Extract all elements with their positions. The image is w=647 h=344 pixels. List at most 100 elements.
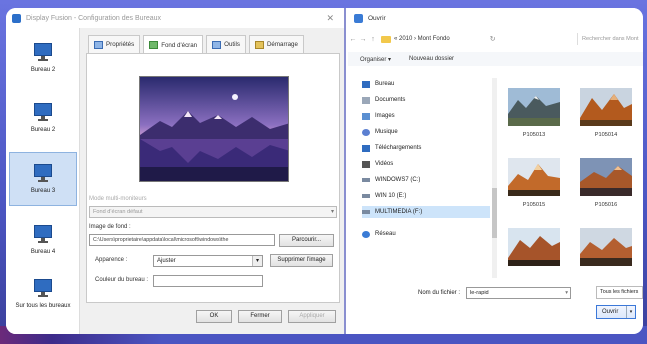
music-icon bbox=[362, 128, 370, 136]
multimonitor-mode-value: Fond d'écran défaut bbox=[93, 209, 143, 215]
desktop-config-window: Display Fusion - Configuration des Burea… bbox=[6, 8, 346, 334]
desktop-item-all[interactable]: Sur tous les bureaux bbox=[8, 268, 78, 320]
nav-item-documents[interactable]: Documents bbox=[362, 94, 490, 106]
videos-icon bbox=[362, 160, 370, 168]
tools-icon bbox=[212, 40, 222, 49]
startup-icon bbox=[254, 40, 264, 49]
tab-properties[interactable]: Propriétés bbox=[88, 35, 141, 53]
tab-tools[interactable]: Outils bbox=[206, 35, 246, 53]
monitor-icon bbox=[33, 225, 53, 243]
drive-icon bbox=[362, 194, 370, 198]
tab-startup[interactable]: Démarrage bbox=[248, 35, 304, 53]
mountain-landscape-image bbox=[140, 77, 288, 181]
nav-item-label: MULTIMEDIA (F:) bbox=[375, 209, 423, 215]
nav-item-music[interactable]: Musique bbox=[362, 126, 490, 138]
nav-item-network[interactable]: Réseau bbox=[362, 228, 490, 240]
refresh-icon[interactable]: ↻ bbox=[488, 35, 498, 43]
file-thumbnail[interactable] bbox=[506, 228, 562, 272]
file-thumbnail[interactable] bbox=[578, 228, 634, 272]
open-button-label: Ouvrir bbox=[602, 309, 619, 315]
chevron-down-icon[interactable]: ▾ bbox=[626, 306, 635, 318]
screenshot-frame: Display Fusion - Configuration des Burea… bbox=[6, 8, 643, 334]
chevron-down-icon: ▾ bbox=[565, 290, 569, 296]
nav-item-drive-e[interactable]: WIN 10 (E:) bbox=[362, 190, 490, 202]
nav-item-downloads[interactable]: Téléchargements bbox=[362, 142, 490, 154]
pictures-icon bbox=[362, 112, 370, 120]
file-type-filter[interactable]: Tous les fichiers bbox=[596, 286, 643, 299]
background-image-label: Image de fond : bbox=[89, 224, 131, 230]
app-icon bbox=[354, 13, 363, 23]
breadcrumb[interactable]: « 2010 › Mont Fondo bbox=[394, 36, 450, 42]
desktop-list: Bureau 2 Bureau 2 Bureau 3 Bureau 4 Sur … bbox=[6, 28, 80, 334]
nav-item-label: Bureau bbox=[375, 81, 395, 87]
photo-thumbnail bbox=[508, 88, 560, 126]
desktop-folder-icon bbox=[362, 80, 370, 88]
desktop-color-label: Couleur du bureau : bbox=[95, 277, 149, 283]
apply-button[interactable]: Appliquer bbox=[288, 310, 336, 323]
file-name: P105014 bbox=[594, 132, 618, 138]
multimonitor-mode-label: Mode multi-moniteurs bbox=[89, 196, 147, 202]
up-arrow-icon[interactable]: ↑ bbox=[368, 36, 378, 43]
scrollbar-thumb[interactable] bbox=[492, 188, 497, 238]
tab-wallpaper[interactable]: Fond d'écran bbox=[143, 35, 204, 54]
nav-item-images[interactable]: Images bbox=[362, 110, 490, 122]
file-thumbnail-grid: P105013 P105014 P105015 P105016 bbox=[504, 88, 639, 278]
chevron-down-icon: ▾ bbox=[252, 256, 262, 266]
nav-item-videos[interactable]: Vidéos bbox=[362, 158, 490, 170]
nav-item-label: Téléchargements bbox=[375, 145, 422, 151]
open-file-dialog: Ouvrir ← → ↑ « 2010 › Mont Fondo ↻ Reche… bbox=[348, 8, 643, 334]
wallpaper-icon bbox=[149, 41, 159, 49]
back-arrow-icon[interactable]: ← bbox=[348, 36, 358, 43]
nav-item-bureau[interactable]: Bureau bbox=[362, 78, 490, 90]
file-thumbnail[interactable]: P105013 bbox=[506, 88, 562, 138]
dialog-title: Ouvrir bbox=[368, 14, 386, 22]
image-path-field[interactable]: C:\Users\proprietaire\appdata\local\micr… bbox=[89, 234, 275, 246]
photo-thumbnail bbox=[508, 228, 560, 266]
desktop-item-label: Bureau 3 bbox=[30, 188, 56, 194]
right-titlebar: Ouvrir bbox=[348, 8, 643, 28]
desktop-item-label: Bureau 4 bbox=[30, 249, 56, 255]
file-thumbnail[interactable]: P105014 bbox=[578, 88, 634, 138]
ok-button[interactable]: OK bbox=[196, 310, 232, 323]
nav-item-drive-f[interactable]: MULTIMEDIA (F:) bbox=[362, 206, 490, 218]
desktop-item-3[interactable]: Bureau 3 bbox=[9, 152, 77, 206]
forward-arrow-icon[interactable]: → bbox=[358, 36, 368, 43]
filename-row: Nom du fichier : le-rapid ▾ bbox=[418, 287, 572, 299]
desktop-item-2[interactable]: Bureau 2 bbox=[9, 92, 77, 144]
remove-image-button[interactable]: Supprimer l'image bbox=[270, 254, 333, 267]
left-window-title: Display Fusion - Configuration des Burea… bbox=[26, 14, 162, 22]
close-icon[interactable]: ✕ bbox=[326, 13, 334, 24]
desktop-item-4[interactable]: Bureau 4 bbox=[9, 214, 77, 266]
chevron-down-icon: ▾ bbox=[330, 209, 334, 215]
file-thumbnail[interactable]: P105016 bbox=[578, 158, 634, 208]
desktop-color-field[interactable] bbox=[153, 275, 263, 287]
desktop-item-label: Bureau 2 bbox=[30, 127, 56, 133]
address-bar: ← → ↑ « 2010 › Mont Fondo ↻ Rechercher d… bbox=[348, 30, 643, 48]
desktop-item-1[interactable]: Bureau 2 bbox=[9, 32, 77, 84]
dialog-toolbar: Organiser ▾ Nouveau dossier bbox=[348, 52, 643, 66]
multimonitor-mode-select[interactable]: Fond d'écran défaut ▾ bbox=[89, 206, 337, 218]
file-name: P105013 bbox=[522, 132, 546, 138]
search-input[interactable]: Rechercher dans Mont Fondo bbox=[577, 33, 639, 45]
new-folder-button[interactable]: Nouveau dossier bbox=[409, 56, 454, 62]
appearance-select[interactable]: Ajuster ▾ bbox=[153, 255, 263, 267]
appearance-label: Apparence : bbox=[95, 257, 128, 263]
nav-item-drive-c[interactable]: WINDOWS7 (C:) bbox=[362, 174, 490, 186]
wallpaper-preview bbox=[139, 76, 289, 182]
photo-thumbnail bbox=[580, 228, 632, 266]
navigation-pane: Bureau Documents Images Musique Téléchar… bbox=[362, 78, 492, 278]
filename-value: le-rapid bbox=[470, 290, 489, 296]
nav-item-label: Documents bbox=[375, 97, 406, 103]
open-button[interactable]: Ouvrir ▾ bbox=[596, 305, 636, 319]
filename-input[interactable]: le-rapid ▾ bbox=[466, 287, 572, 299]
filename-label: Nom du fichier : bbox=[418, 290, 461, 296]
organize-button[interactable]: Organiser ▾ bbox=[360, 56, 391, 63]
nav-item-label: Musique bbox=[375, 129, 398, 135]
browse-button[interactable]: Parcourir... bbox=[279, 234, 334, 247]
navpane-scrollbar[interactable] bbox=[492, 78, 497, 278]
tab-label: Démarrage bbox=[266, 41, 298, 48]
drive-icon bbox=[362, 210, 370, 214]
close-button[interactable]: Fermer bbox=[238, 310, 282, 323]
monitor-icon bbox=[33, 43, 53, 61]
file-thumbnail[interactable]: P105015 bbox=[506, 158, 562, 208]
